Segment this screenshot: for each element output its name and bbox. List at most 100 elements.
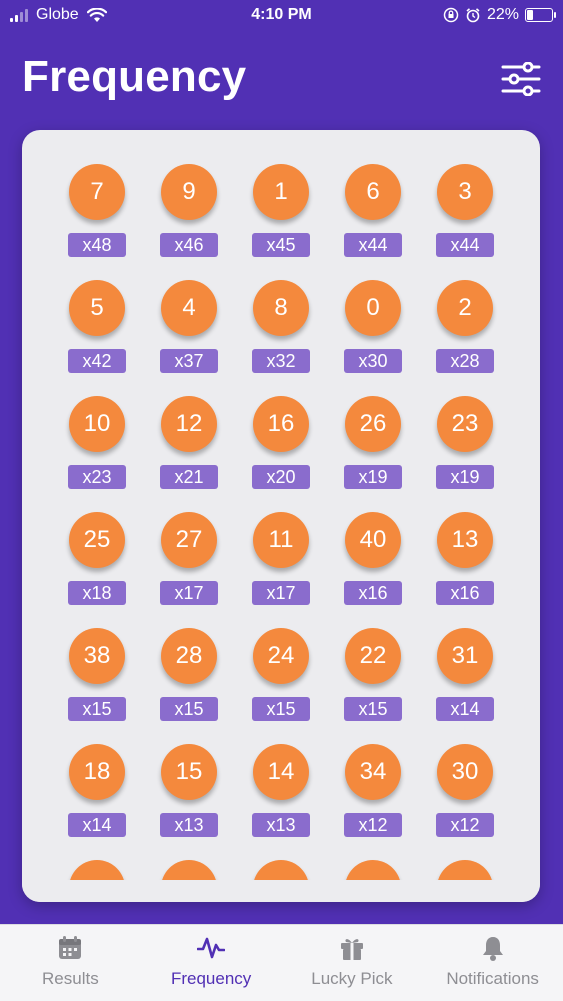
count-badge: x19 — [436, 465, 494, 489]
number-ball: 15 — [161, 744, 217, 800]
number-ball: 3 — [437, 164, 493, 220]
count-badge: x13 — [252, 813, 310, 837]
count-badge: x23 — [68, 465, 126, 489]
number-ball: 30 — [437, 744, 493, 800]
tab-notifications[interactable]: Notifications — [422, 925, 563, 1001]
count-badge: x15 — [68, 697, 126, 721]
frequency-item: 10 x23 — [51, 396, 143, 489]
number-ball: 38 — [69, 628, 125, 684]
number-ball: 22 — [345, 628, 401, 684]
number-ball: 6 — [345, 164, 401, 220]
number-ball: 8 — [253, 280, 309, 336]
frequency-item: 2 x28 — [419, 280, 511, 373]
count-badge: x21 — [160, 465, 218, 489]
alarm-icon — [466, 8, 480, 23]
tab-frequency[interactable]: Frequency — [141, 925, 282, 1001]
number-ball: 14 — [253, 744, 309, 800]
count-badge: x14 — [436, 697, 494, 721]
count-badge: x37 — [160, 349, 218, 373]
frequency-item: 7 x48 — [51, 164, 143, 257]
number-ball: 1 — [253, 164, 309, 220]
number-ball: 26 — [345, 396, 401, 452]
count-badge: x15 — [344, 697, 402, 721]
battery-level — [527, 10, 533, 20]
count-badge: x15 — [160, 697, 218, 721]
battery-percent: 22% — [486, 6, 519, 23]
count-badge: x44 — [344, 233, 402, 257]
count-badge: x17 — [160, 581, 218, 605]
sliders-icon — [501, 61, 541, 97]
frequency-item: 25 x18 — [51, 512, 143, 605]
number-ball: 4 — [161, 280, 217, 336]
number-ball: 24 — [253, 628, 309, 684]
frequency-item: 18 x14 — [51, 744, 143, 837]
bell-icon — [482, 937, 503, 961]
count-badge: x46 — [160, 233, 218, 257]
frequency-item: 16 x20 — [235, 396, 327, 489]
count-badge: x45 — [252, 233, 310, 257]
frequency-item: 11 x17 — [235, 512, 327, 605]
tab-bar: Results Frequency Lucky Pick Notificatio… — [0, 924, 563, 1001]
count-badge: x16 — [344, 581, 402, 605]
number-ball: 0 — [345, 280, 401, 336]
frequency-item: 1 x45 — [235, 164, 327, 257]
count-badge: x19 — [344, 465, 402, 489]
calendar-icon — [59, 936, 82, 959]
frequency-item: 9 x46 — [143, 164, 235, 257]
number-ball: 18 — [69, 744, 125, 800]
frequency-item: 8 x32 — [235, 280, 327, 373]
tab-frequency-label: Frequency — [170, 969, 252, 988]
frequency-item: 38 x15 — [51, 628, 143, 721]
tab-lucky-pick-label: Lucky Pick — [311, 969, 393, 988]
count-badge: x16 — [436, 581, 494, 605]
number-ball: 7 — [69, 164, 125, 220]
number-ball: 11 — [253, 512, 309, 568]
number-ball: 5 — [69, 280, 125, 336]
number-ball: 27 — [161, 512, 217, 568]
count-badge: x42 — [68, 349, 126, 373]
frequency-item: 5 x42 — [51, 280, 143, 373]
frequency-item: 3 x44 — [419, 164, 511, 257]
count-badge: x48 — [68, 233, 126, 257]
frequency-item: 14 x13 — [235, 744, 327, 837]
count-badge: x12 — [344, 813, 402, 837]
battery-icon — [525, 8, 556, 22]
frequency-item: 27 x17 — [143, 512, 235, 605]
count-badge: x17 — [252, 581, 310, 605]
number-ball: 28 — [161, 628, 217, 684]
filter-button[interactable] — [501, 61, 541, 97]
number-ball: 12 — [161, 396, 217, 452]
count-badge: x30 — [344, 349, 402, 373]
frequency-item: 26 x19 — [327, 396, 419, 489]
frequency-grid: 7 x48 9 x46 1 x45 6 x44 3 x44 5 x42 4 x37 8 x32 0 x30 2 x28… — [22, 164, 540, 902]
number-ball: 9 — [161, 164, 217, 220]
count-badge: x12 — [436, 813, 494, 837]
status-right: 22% — [443, 6, 556, 24]
frequency-item: 12 x21 — [143, 396, 235, 489]
count-badge: x20 — [252, 465, 310, 489]
frequency-item: 24 x15 — [235, 628, 327, 721]
page-title: Frequency — [22, 52, 247, 101]
frequency-item: 30 x12 — [419, 744, 511, 837]
tab-lucky-pick[interactable]: Lucky Pick — [282, 925, 423, 1001]
card-bottom-fade — [22, 880, 540, 902]
count-badge: x28 — [436, 349, 494, 373]
number-ball: 25 — [69, 512, 125, 568]
frequency-item: 22 x15 — [327, 628, 419, 721]
count-badge: x14 — [68, 813, 126, 837]
number-ball: 2 — [437, 280, 493, 336]
count-badge: x32 — [252, 349, 310, 373]
frequency-item: 4 x37 — [143, 280, 235, 373]
number-ball: 40 — [345, 512, 401, 568]
tab-results[interactable]: Results — [0, 925, 141, 1001]
number-ball: 31 — [437, 628, 493, 684]
gift-icon — [340, 939, 363, 960]
frequency-item: 6 x44 — [327, 164, 419, 257]
frequency-item: 40 x16 — [327, 512, 419, 605]
status-bar: Globe 4:10 PM 22% — [0, 0, 563, 34]
number-ball: 23 — [437, 396, 493, 452]
pulse-icon — [197, 937, 226, 959]
count-badge: x15 — [252, 697, 310, 721]
frequency-item: 13 x16 — [419, 512, 511, 605]
frequency-item: 23 x19 — [419, 396, 511, 489]
